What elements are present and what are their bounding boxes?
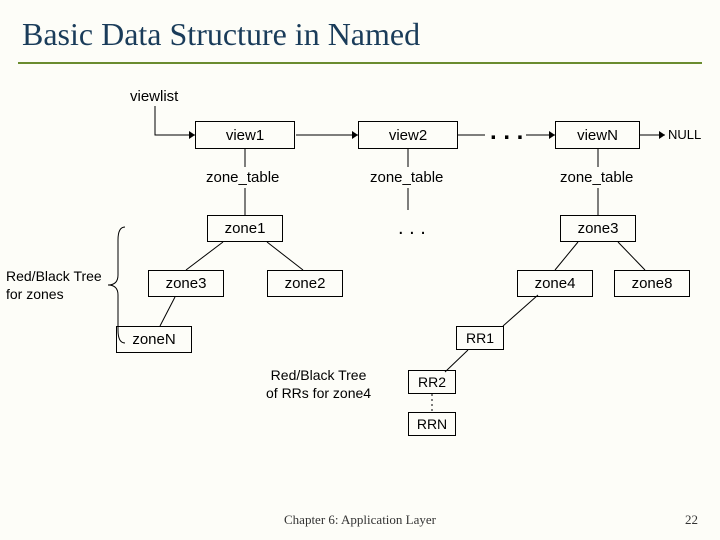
- node-zone1: zone1: [207, 215, 283, 242]
- footer-chapter: Chapter 6: Application Layer: [0, 512, 720, 528]
- node-view2: view2: [358, 121, 458, 149]
- node-zonen: zoneN: [116, 326, 192, 353]
- diagram-area: viewlist view1 view2 . . . viewN NULL zo…: [0, 70, 720, 500]
- label-rbtree-zones: Red/Black Tree for zones: [6, 268, 102, 303]
- node-viewn: viewN: [555, 121, 640, 149]
- slide-title: Basic Data Structure in Named: [0, 0, 720, 61]
- node-rr2: RR2: [408, 370, 456, 394]
- node-rr1: RR1: [456, 326, 504, 350]
- footer-page-number: 22: [685, 512, 698, 528]
- label-zonetable-1: zone_table: [206, 169, 279, 186]
- node-zone2: zone2: [267, 270, 343, 297]
- node-zone4: zone4: [517, 270, 593, 297]
- node-view1: view1: [195, 121, 295, 149]
- ellipsis-zones: . . .: [398, 218, 426, 238]
- title-underline: [18, 62, 702, 64]
- node-rrn: RRN: [408, 412, 456, 436]
- label-zonetable-2: zone_table: [370, 169, 443, 186]
- node-zone8: zone8: [614, 270, 690, 297]
- label-null: NULL: [668, 127, 701, 142]
- node-zone3-right: zone3: [560, 215, 636, 242]
- label-rbtree-rrs: Red/Black Tree of RRs for zone4: [266, 367, 371, 402]
- node-zone3-left: zone3: [148, 270, 224, 297]
- label-viewlist: viewlist: [130, 88, 178, 105]
- ellipsis-views: . . .: [490, 120, 523, 144]
- label-zonetable-3: zone_table: [560, 169, 633, 186]
